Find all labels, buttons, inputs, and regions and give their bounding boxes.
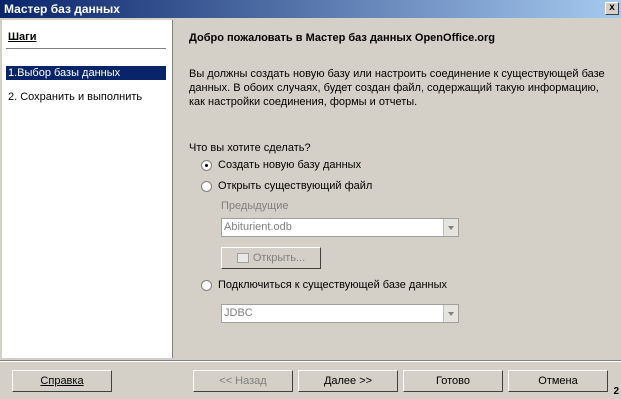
step-save-and-proceed[interactable]: 2. Сохранить и выполнить — [6, 90, 166, 104]
corner-mark: 2 — [613, 386, 619, 397]
wizard-window: Шаги 1.Выбор базы данных 2. Сохранить и … — [0, 18, 621, 399]
open-button[interactable]: Открыть... — [221, 247, 321, 269]
steps-title: Шаги — [8, 31, 37, 43]
recent-files-value: Abiturient.odb — [224, 221, 292, 233]
connect-existing-db-label: Подключиться к существующей базе данных — [218, 279, 447, 291]
step-select-database[interactable]: 1.Выбор базы данных — [6, 66, 166, 80]
finish-button[interactable]: Готово — [403, 370, 503, 392]
help-button[interactable]: Справка — [12, 370, 112, 392]
connection-type-value: JDBC — [224, 307, 253, 319]
description-text: Вы должны создать новую базу или настрои… — [189, 68, 605, 108]
recent-files-select[interactable]: Abiturient.odb — [221, 218, 459, 237]
cancel-button-label: Отмена — [538, 375, 578, 387]
page-title: Добро пожаловать в Мастер баз данных Ope… — [189, 32, 495, 44]
connection-type-select[interactable]: JDBC — [221, 304, 459, 323]
radio-checked-icon[interactable] — [201, 159, 212, 171]
next-button[interactable]: Далее >> — [298, 370, 398, 392]
steps-divider — [6, 48, 166, 49]
cancel-button[interactable]: Отмена — [508, 370, 608, 392]
next-button-label: Далее >> — [323, 375, 373, 387]
open-existing-file-option[interactable]: Открыть существующий файл — [201, 179, 372, 193]
folder-icon — [236, 253, 249, 264]
create-new-db-option[interactable]: Создать новую базу данных — [201, 158, 361, 172]
content-panel: Добро пожаловать в Мастер баз данных Ope… — [173, 20, 619, 358]
help-button-label: Справка — [40, 375, 84, 387]
steps-panel: Шаги 1.Выбор базы данных 2. Сохранить и … — [2, 20, 173, 358]
open-existing-file-label: Открыть существующий файл — [218, 180, 373, 192]
close-button[interactable]: x — [605, 2, 619, 15]
radio-icon[interactable] — [201, 279, 212, 291]
chevron-down-icon[interactable] — [443, 219, 458, 236]
connect-existing-db-option[interactable]: Подключиться к существующей базе данных — [201, 278, 447, 292]
radio-icon[interactable] — [201, 180, 212, 192]
open-button-label: Открыть... — [252, 252, 306, 264]
finish-button-label: Готово — [436, 375, 470, 387]
chevron-down-icon[interactable] — [443, 305, 458, 322]
back-button[interactable]: << Назад — [193, 370, 293, 392]
question-label: Что вы хотите сделать? — [189, 142, 311, 154]
bottom-divider — [0, 360, 621, 362]
back-button-label: << Назад — [219, 375, 267, 387]
title-bar: Мастер баз данных x — [0, 0, 621, 18]
recent-label: Предыдущие — [221, 200, 289, 212]
create-new-db-label: Создать новую базу данных — [218, 159, 362, 171]
window-title: Мастер баз данных — [4, 2, 120, 16]
